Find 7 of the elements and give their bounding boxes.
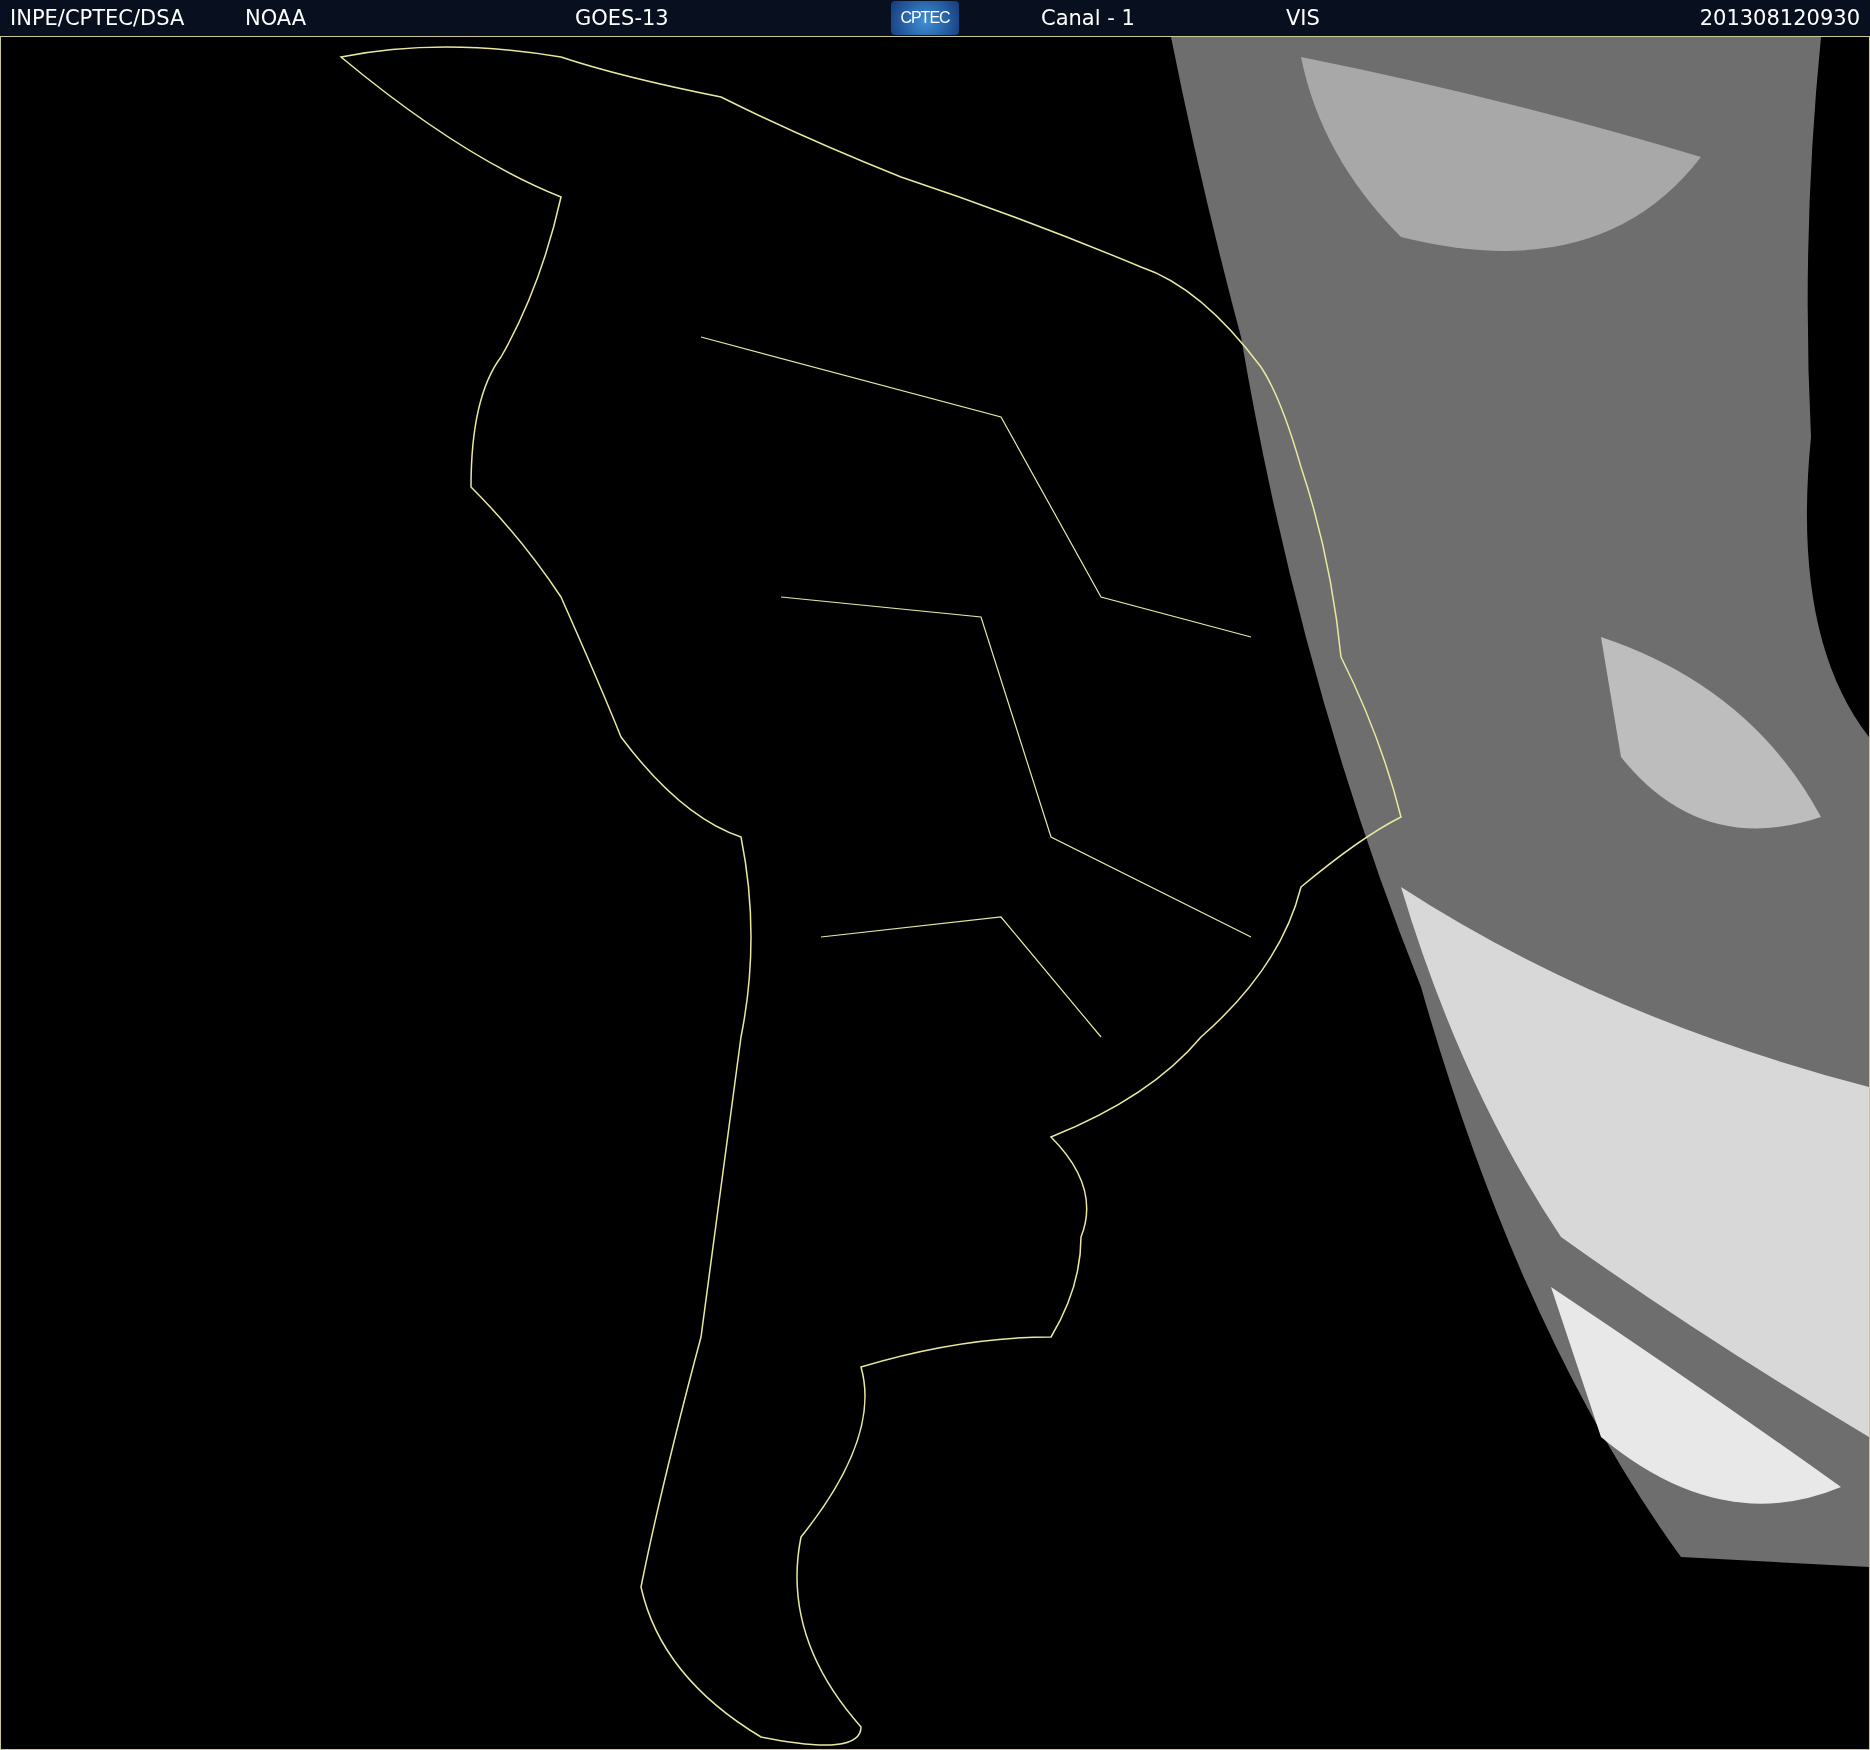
source-label: INPE/CPTEC/DSA <box>10 6 186 30</box>
channel-label: Canal - 1 <box>1041 6 1136 30</box>
logo: CPTEC <box>891 1 959 35</box>
timestamp-label: 201308120930 <box>1699 6 1860 30</box>
agency-label: NOAA <box>245 6 308 30</box>
satellite-label: GOES-13 <box>575 6 670 30</box>
band-label: VIS <box>1286 6 1321 30</box>
